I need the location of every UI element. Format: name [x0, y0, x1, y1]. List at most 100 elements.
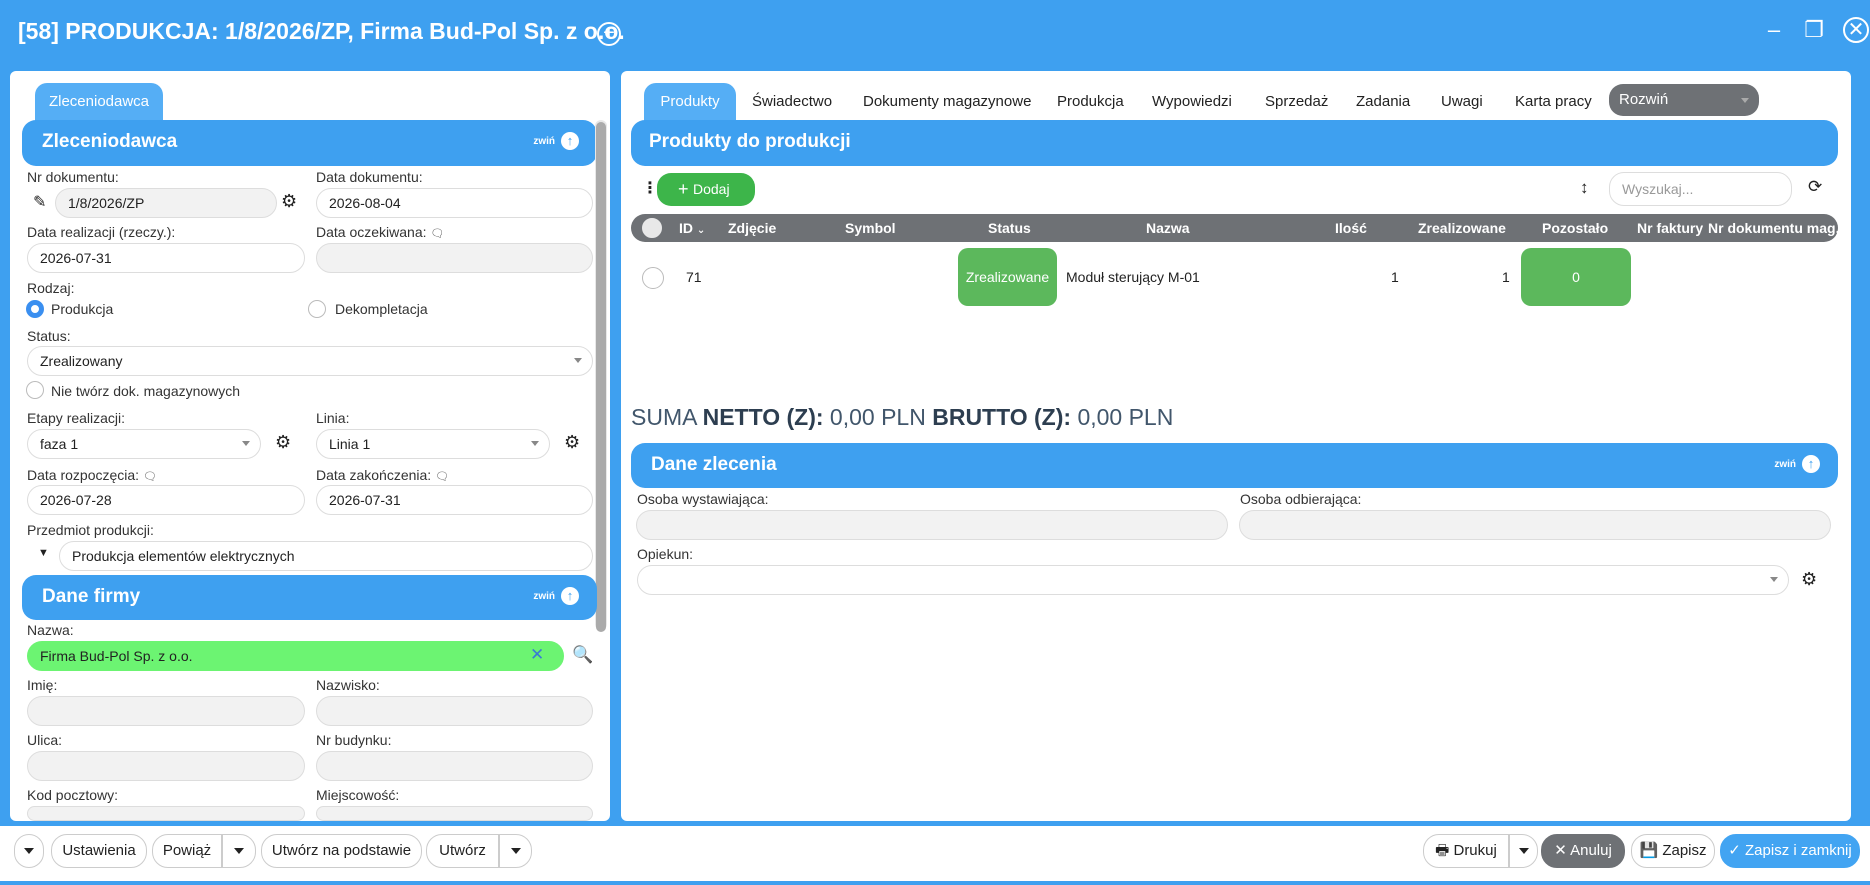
nazwa-field[interactable]: Firma Bud-Pol Sp. z o.o.	[27, 641, 564, 671]
bottom-strip	[0, 881, 1870, 885]
search-input[interactable]: Wyszukaj...	[1609, 172, 1792, 206]
utworz-na-podstawie-button[interactable]: Utwórz na podstawie	[261, 834, 422, 868]
sum-prefix: SUMA	[631, 404, 697, 430]
etapy-select[interactable]: faza 1	[27, 429, 261, 459]
restore-icon[interactable]: ❐	[1800, 16, 1828, 44]
gear-icon[interactable]: ⚙	[281, 191, 297, 212]
search-icon[interactable]: 🔍	[572, 645, 593, 665]
more-vertical-icon[interactable]: ⋮	[642, 178, 658, 198]
nr-dokumentu-field[interactable]: 1/8/2026/ZP	[55, 188, 277, 218]
osoba-odbierajaca-field[interactable]	[1239, 510, 1831, 540]
data-dokumentu-field[interactable]: 2026-08-04	[316, 188, 593, 218]
radio-produkcja[interactable]	[26, 300, 44, 318]
minimize-icon[interactable]: –	[1760, 16, 1788, 44]
zapisz-i-zamknij-button[interactable]: ✓ Zapisz i zamknij	[1720, 834, 1860, 868]
header-id[interactable]: ID ⌄	[679, 220, 705, 236]
nazwisko-field[interactable]	[316, 696, 593, 726]
tab-karta-pracy[interactable]: Karta pracy	[1515, 84, 1592, 120]
przedmiot-field[interactable]: Produkcja elementów elektrycznych	[59, 541, 593, 571]
header-ilosc[interactable]: Ilość	[1335, 220, 1367, 236]
header-nr-dokumentu-mag[interactable]: Nr dokumentu mag.	[1708, 220, 1839, 236]
clear-icon[interactable]: ✕	[530, 645, 544, 665]
more-dropdown-button[interactable]	[14, 834, 44, 868]
data-oczekiwana-label: Data oczekiwana: 🗨	[316, 224, 444, 240]
row-checkbox[interactable]	[642, 267, 664, 289]
ustawienia-button[interactable]: Ustawienia	[51, 834, 147, 868]
status-select[interactable]: Zrealizowany	[27, 346, 593, 376]
nr-budynku-field[interactable]	[316, 751, 593, 781]
sum-netto-label: NETTO (Z):	[702, 404, 824, 430]
header-nazwa[interactable]: Nazwa	[1146, 220, 1190, 236]
comment-icon: 🗨	[143, 471, 158, 483]
arrow-up-icon: ↑	[561, 587, 579, 605]
imie-label: Imię:	[27, 677, 58, 693]
header-status[interactable]: Status	[988, 220, 1031, 236]
linia-select[interactable]: Linia 1	[316, 429, 550, 459]
tab-produkcja[interactable]: Produkcja	[1057, 84, 1124, 120]
tab-produkty[interactable]: Produkty	[644, 83, 736, 121]
kod-field[interactable]	[27, 806, 305, 821]
select-all-checkbox[interactable]	[642, 218, 662, 238]
header-zrealizowane[interactable]: Zrealizowane	[1418, 220, 1506, 236]
gear-icon[interactable]: ⚙	[564, 432, 580, 453]
chevron-down-icon	[531, 441, 539, 446]
utworz-button[interactable]: Utwórz	[426, 834, 499, 868]
add-label: Dodaj	[693, 181, 730, 197]
data-realizacji-label: Data realizacji (rzeczy.):	[27, 224, 176, 240]
add-button[interactable]: + Dodaj	[657, 173, 755, 206]
tab-zleceniodawca[interactable]: Zleceniodawca	[35, 83, 163, 121]
osoba-wystawiajaca-label: Osoba wystawiająca:	[637, 491, 769, 507]
zapisz-button[interactable]: 💾 Zapisz	[1631, 834, 1715, 868]
pencil-icon[interactable]: ✎	[33, 192, 46, 212]
header-nr-faktury[interactable]: Nr faktury	[1637, 220, 1703, 236]
nie-tworz-checkbox[interactable]	[26, 381, 44, 399]
close-icon[interactable]: ✕	[1843, 17, 1869, 43]
ulica-label: Ulica:	[27, 732, 63, 748]
tab-uwagi[interactable]: Uwagi	[1441, 84, 1483, 120]
tab-sprzedaz[interactable]: Sprzedaż	[1265, 84, 1328, 120]
rozwin-dropdown[interactable]: Rozwiń	[1609, 84, 1759, 116]
drukuj-button[interactable]: 🖶 Drukuj	[1423, 834, 1509, 868]
opiekun-label: Opiekun:	[637, 546, 694, 562]
gear-icon[interactable]: ⚙	[275, 432, 291, 453]
powiaz-dropdown[interactable]	[222, 834, 256, 868]
sum-summary: SUMA NETTO (Z): 0,00 PLN BRUTTO (Z): 0,0…	[631, 404, 1173, 431]
data-zakonczenia-text: Data zakończenia:	[316, 467, 432, 483]
data-oczekiwana-field[interactable]	[316, 243, 593, 273]
osoba-wystawiajaca-field[interactable]	[636, 510, 1228, 540]
powiaz-button[interactable]: Powiąż	[152, 834, 222, 868]
header-pozostalo[interactable]: Pozostało	[1542, 220, 1608, 236]
ulica-field[interactable]	[27, 751, 305, 781]
tab-zadania[interactable]: Zadania	[1356, 84, 1410, 120]
resize-vertical-icon[interactable]: ↕	[1580, 178, 1589, 198]
imie-field[interactable]	[27, 696, 305, 726]
data-dokumentu-label: Data dokumentu:	[316, 169, 423, 185]
header-zdjecie[interactable]: Zdjęcie	[728, 220, 776, 236]
refresh-icon[interactable]: ⟳	[1808, 177, 1822, 197]
header-symbol[interactable]: Symbol	[845, 220, 896, 236]
data-zakonczenia-field[interactable]: 2026-07-31	[316, 485, 593, 515]
anuluj-button[interactable]: ✕ Anuluj	[1541, 834, 1625, 868]
tab-dokumenty-magazynowe[interactable]: Dokumenty magazynowe	[863, 84, 1031, 120]
data-rozpoczecia-field[interactable]: 2026-07-28	[27, 485, 305, 515]
add-icon[interactable]: +	[597, 22, 621, 46]
caret-down-icon[interactable]: ▼	[38, 547, 49, 559]
drukuj-label: Drukuj	[1453, 842, 1497, 859]
comment-icon: 🗨	[430, 228, 445, 240]
utworz-dropdown[interactable]	[499, 834, 532, 868]
tab-swiadectwo[interactable]: Świadectwo	[752, 84, 832, 120]
chevron-down-icon	[510, 848, 521, 855]
data-realizacji-field[interactable]: 2026-07-31	[27, 243, 305, 273]
collapse-button[interactable]: zwiń ↑	[533, 132, 579, 150]
sum-netto-value: 0,00 PLN	[829, 404, 926, 430]
scrollbar-thumb[interactable]	[596, 122, 606, 632]
status-label: Status:	[27, 328, 71, 344]
tab-wypowiedzi[interactable]: Wypowiedzi	[1152, 84, 1232, 120]
collapse-button[interactable]: zwiń ↑	[1774, 455, 1820, 473]
opiekun-select[interactable]	[637, 565, 1789, 595]
drukuj-dropdown[interactable]	[1509, 834, 1538, 868]
miejscowosc-field[interactable]	[316, 806, 593, 821]
collapse-button[interactable]: zwiń ↑	[533, 587, 579, 605]
radio-dekompletacja[interactable]	[308, 300, 326, 318]
gear-icon[interactable]: ⚙	[1801, 569, 1817, 590]
